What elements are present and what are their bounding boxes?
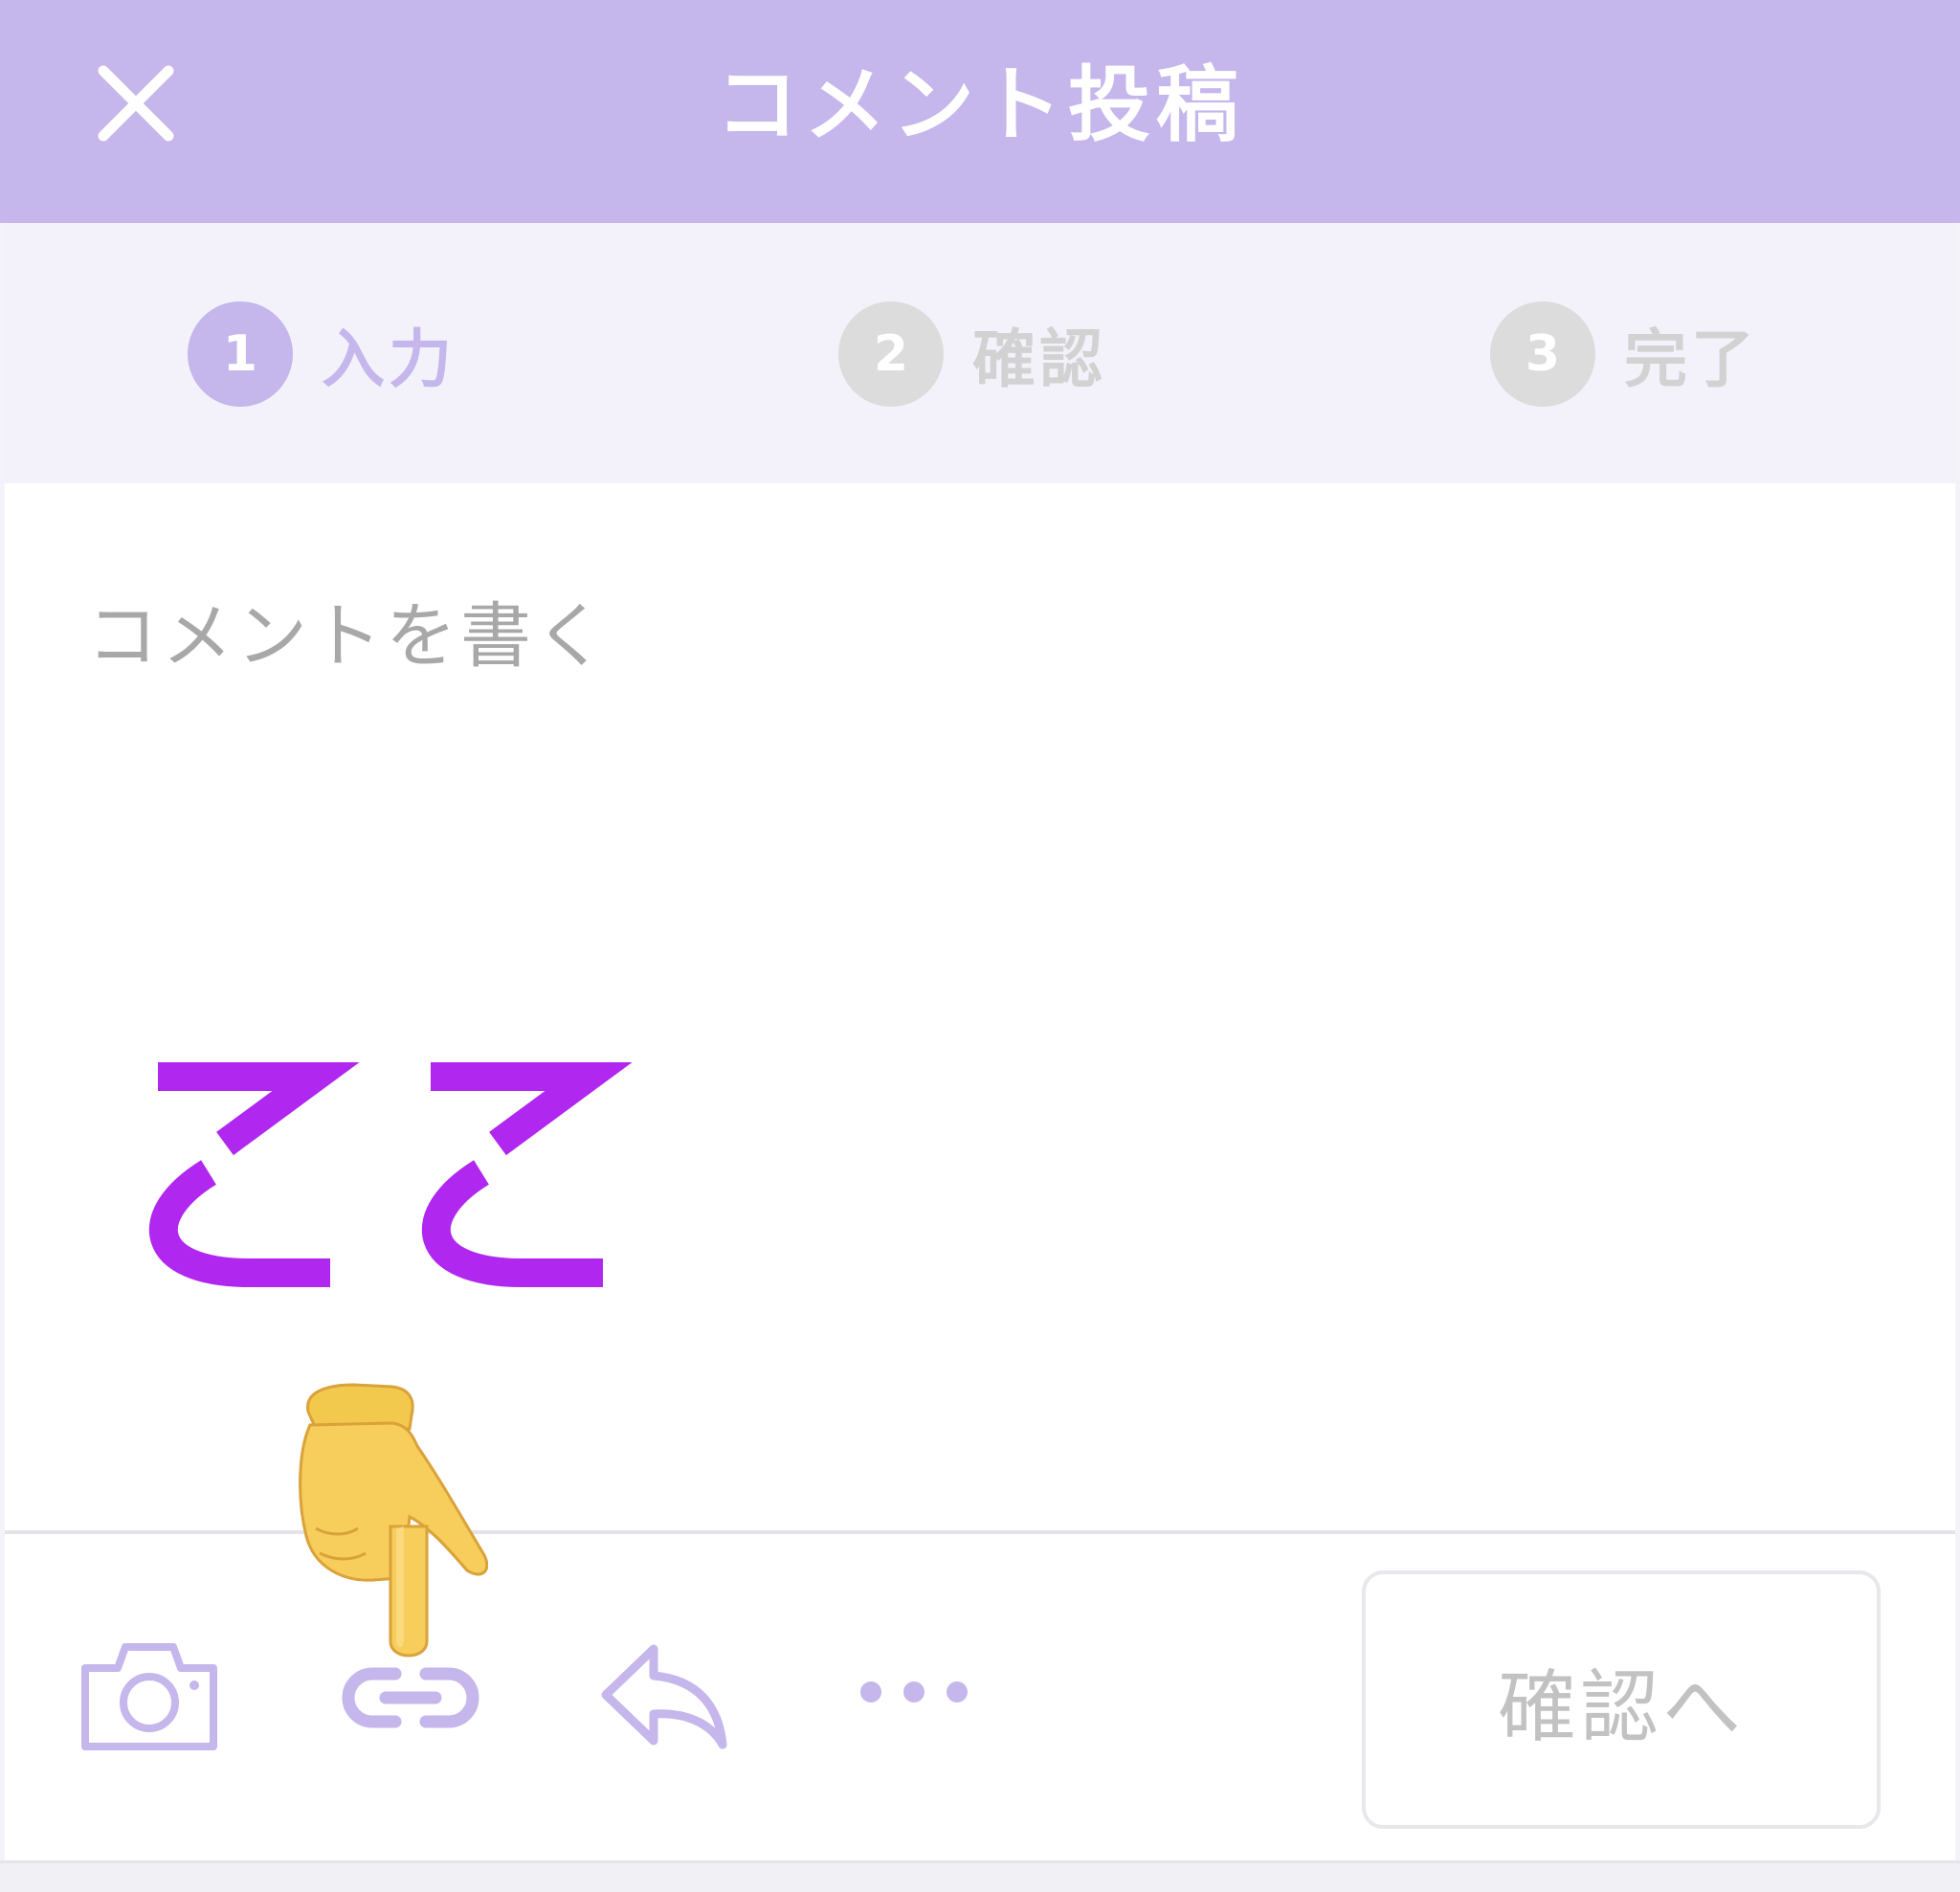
step-label: 入力 — [322, 323, 456, 396]
step-input: 1 入力 — [188, 301, 456, 407]
reply-icon — [601, 1644, 727, 1749]
annotation-text: ここ — [134, 1048, 633, 1297]
close-icon — [98, 65, 174, 142]
step-number: 3 — [1490, 301, 1595, 407]
step-number: 1 — [188, 301, 293, 407]
step-number: 2 — [838, 301, 944, 407]
reply-button[interactable] — [598, 1639, 732, 1754]
link-button[interactable] — [340, 1658, 481, 1737]
confirm-button[interactable]: 確認へ — [1362, 1570, 1881, 1829]
step-label: 完了 — [1624, 323, 1758, 396]
close-button[interactable] — [88, 56, 184, 151]
camera-button[interactable] — [78, 1639, 221, 1754]
more-icon — [860, 1681, 968, 1703]
step-confirm: 2 確認 — [838, 301, 1106, 407]
comment-input[interactable] — [87, 579, 1810, 1057]
link-icon — [342, 1667, 479, 1728]
header-bar: コメント投稿 — [0, 0, 1960, 223]
bottom-strip — [0, 1860, 1960, 1892]
camera-icon — [81, 1643, 217, 1750]
comment-area — [5, 483, 1955, 1530]
more-button[interactable] — [852, 1673, 976, 1711]
pointing-down-hand-icon — [297, 1383, 489, 1660]
page-title: コメント投稿 — [716, 57, 1244, 153]
step-indicator: 1 入力 2 確認 3 完了 — [5, 223, 1955, 483]
step-complete: 3 完了 — [1490, 301, 1758, 407]
step-label: 確認 — [972, 323, 1106, 396]
